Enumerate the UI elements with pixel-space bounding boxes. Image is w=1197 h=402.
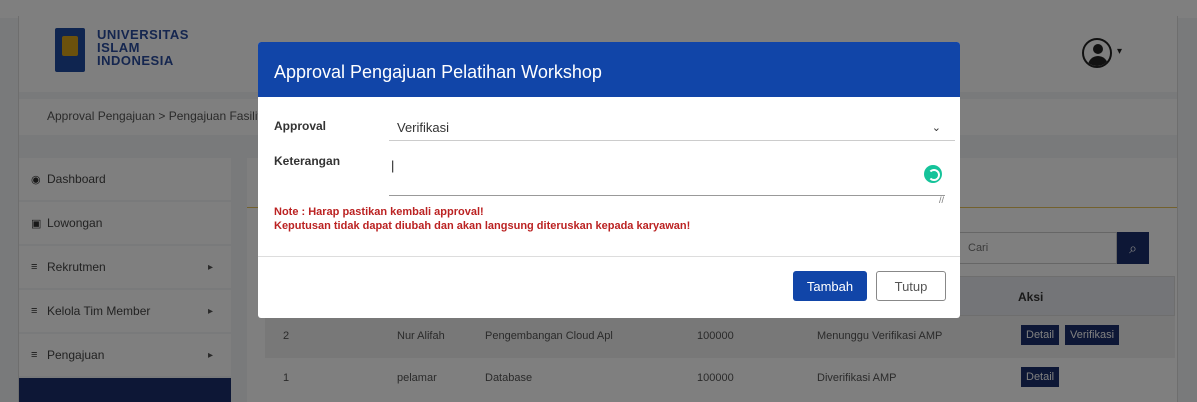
approval-label: Approval (274, 119, 327, 133)
note-line-2: Keputusan tidak dapat diubah dan akan la… (274, 220, 691, 232)
note-line-1: Note : Harap pastikan kembali approval! (274, 206, 484, 218)
keterangan-label: Keterangan (274, 154, 341, 168)
grammarly-icon[interactable] (924, 165, 942, 183)
tambah-button[interactable]: Tambah (793, 271, 867, 301)
chevron-down-icon: ⌄ (931, 122, 941, 134)
text-cursor: | (391, 158, 395, 173)
keterangan-textarea[interactable]: | (389, 152, 945, 196)
modal-footer: Tambah Tutup (258, 257, 960, 317)
modal-title: Approval Pengajuan Pelatihan Workshop (258, 42, 960, 97)
modal-body: Approval Verifikasi ⌄ Keterangan | // No… (258, 97, 960, 257)
approval-modal: Approval Pengajuan Pelatihan Workshop Ap… (258, 42, 960, 318)
resize-handle-icon[interactable]: // (939, 195, 944, 205)
approval-selected-value: Verifikasi (397, 120, 450, 135)
warning-note: Note : Harap pastikan kembali approval! … (274, 205, 690, 233)
approval-select[interactable]: Verifikasi ⌄ (389, 115, 955, 141)
tutup-button[interactable]: Tutup (876, 271, 946, 301)
